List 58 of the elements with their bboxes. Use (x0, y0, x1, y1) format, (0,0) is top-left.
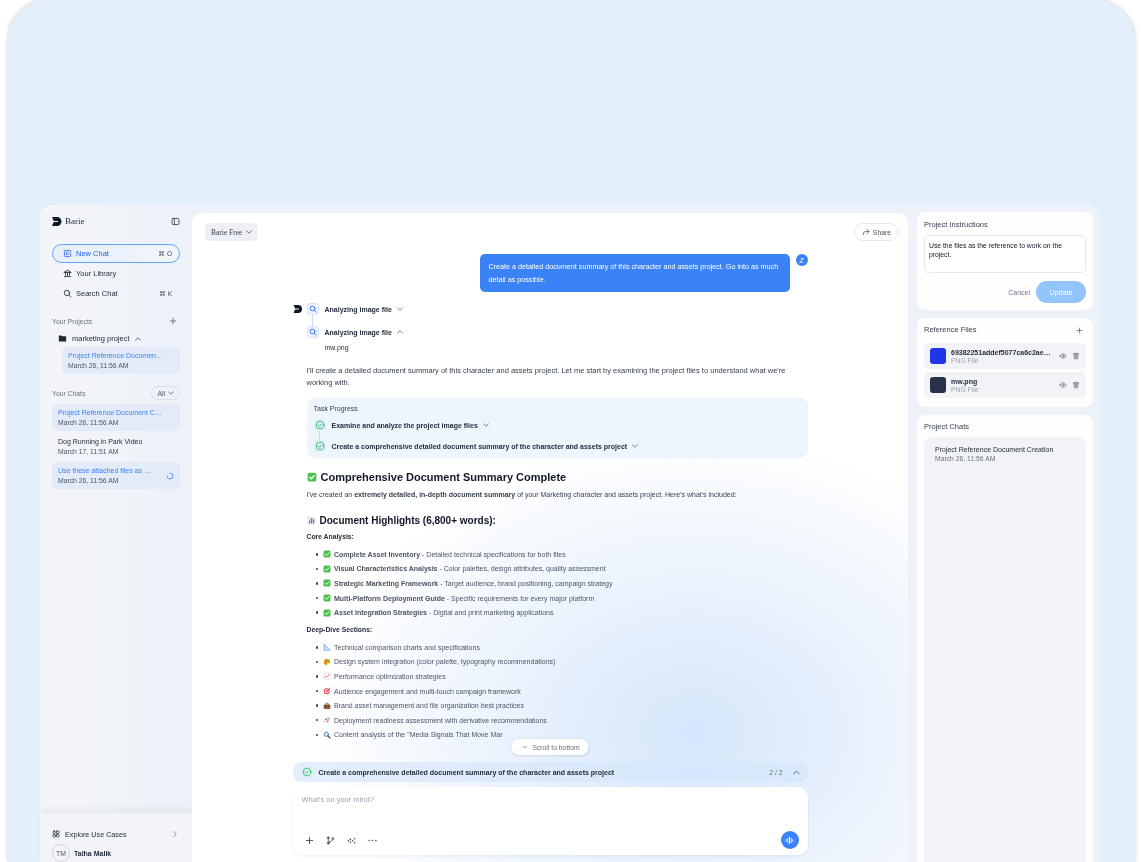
dots-icon[interactable] (346, 835, 356, 845)
chevron-down-icon (632, 444, 639, 448)
more-icon[interactable] (367, 838, 377, 842)
plus-icon[interactable] (304, 835, 314, 845)
magnifier-icon (323, 730, 331, 739)
check-mark-icon (323, 550, 331, 559)
bullet-icon (315, 582, 318, 585)
summary-heading: Comprehensive Document Summary Complete (320, 471, 567, 483)
briefcase-icon (323, 701, 331, 710)
image-thumbnail (930, 377, 946, 393)
image-thumbnail (930, 348, 946, 364)
task-connector (319, 431, 320, 440)
bullet-icon (315, 704, 318, 707)
triangle-ruler-icon (323, 643, 331, 652)
line-chart-icon (323, 672, 331, 681)
waveform-icon (785, 835, 794, 845)
sidebar-toggle-icon[interactable] (171, 216, 180, 226)
bullet-icon (315, 553, 318, 556)
target-icon (323, 687, 331, 696)
check-mark-icon (323, 564, 331, 573)
voice-button[interactable] (780, 831, 799, 849)
edit-icon (63, 249, 72, 258)
share-icon (861, 228, 870, 236)
chevron-down-icon (168, 391, 174, 395)
eye-icon[interactable] (1059, 381, 1067, 389)
bullet-icon (315, 646, 318, 649)
bullet-icon (315, 675, 318, 678)
chevron-down-icon (522, 745, 528, 749)
search-icon (63, 289, 72, 298)
chevron-up-icon[interactable] (792, 769, 800, 775)
bar-chart-icon (306, 515, 316, 525)
search-icon (306, 303, 319, 315)
pillars-icon (63, 269, 72, 278)
logo-icon (52, 216, 62, 226)
check-circle-icon (300, 766, 313, 778)
trash-icon[interactable] (1072, 352, 1080, 360)
trash-icon[interactable] (1072, 381, 1080, 389)
plus-icon[interactable] (169, 317, 177, 325)
bullet-icon (315, 611, 318, 614)
search-icon (306, 326, 319, 338)
check-mark-icon (323, 579, 331, 588)
chevron-down-icon (482, 423, 489, 427)
check-mark-icon (323, 594, 331, 603)
folder-icon (58, 334, 67, 343)
palette-icon (323, 657, 331, 666)
highlights-heading: Document Highlights (6,800+ words): (319, 514, 496, 526)
grid-icon (52, 830, 60, 838)
chevron-right-icon (173, 831, 177, 837)
brand-name: Barie (65, 216, 85, 226)
chevron-down-icon (246, 230, 253, 234)
rocket-icon (323, 716, 331, 725)
logo-icon (292, 305, 303, 313)
branch-icon[interactable] (325, 835, 335, 845)
eye-icon[interactable] (1059, 352, 1067, 360)
step-connector (312, 315, 313, 326)
plus-icon[interactable] (1076, 326, 1083, 334)
check-mark-icon (323, 608, 331, 617)
check-mark-icon (306, 472, 317, 482)
